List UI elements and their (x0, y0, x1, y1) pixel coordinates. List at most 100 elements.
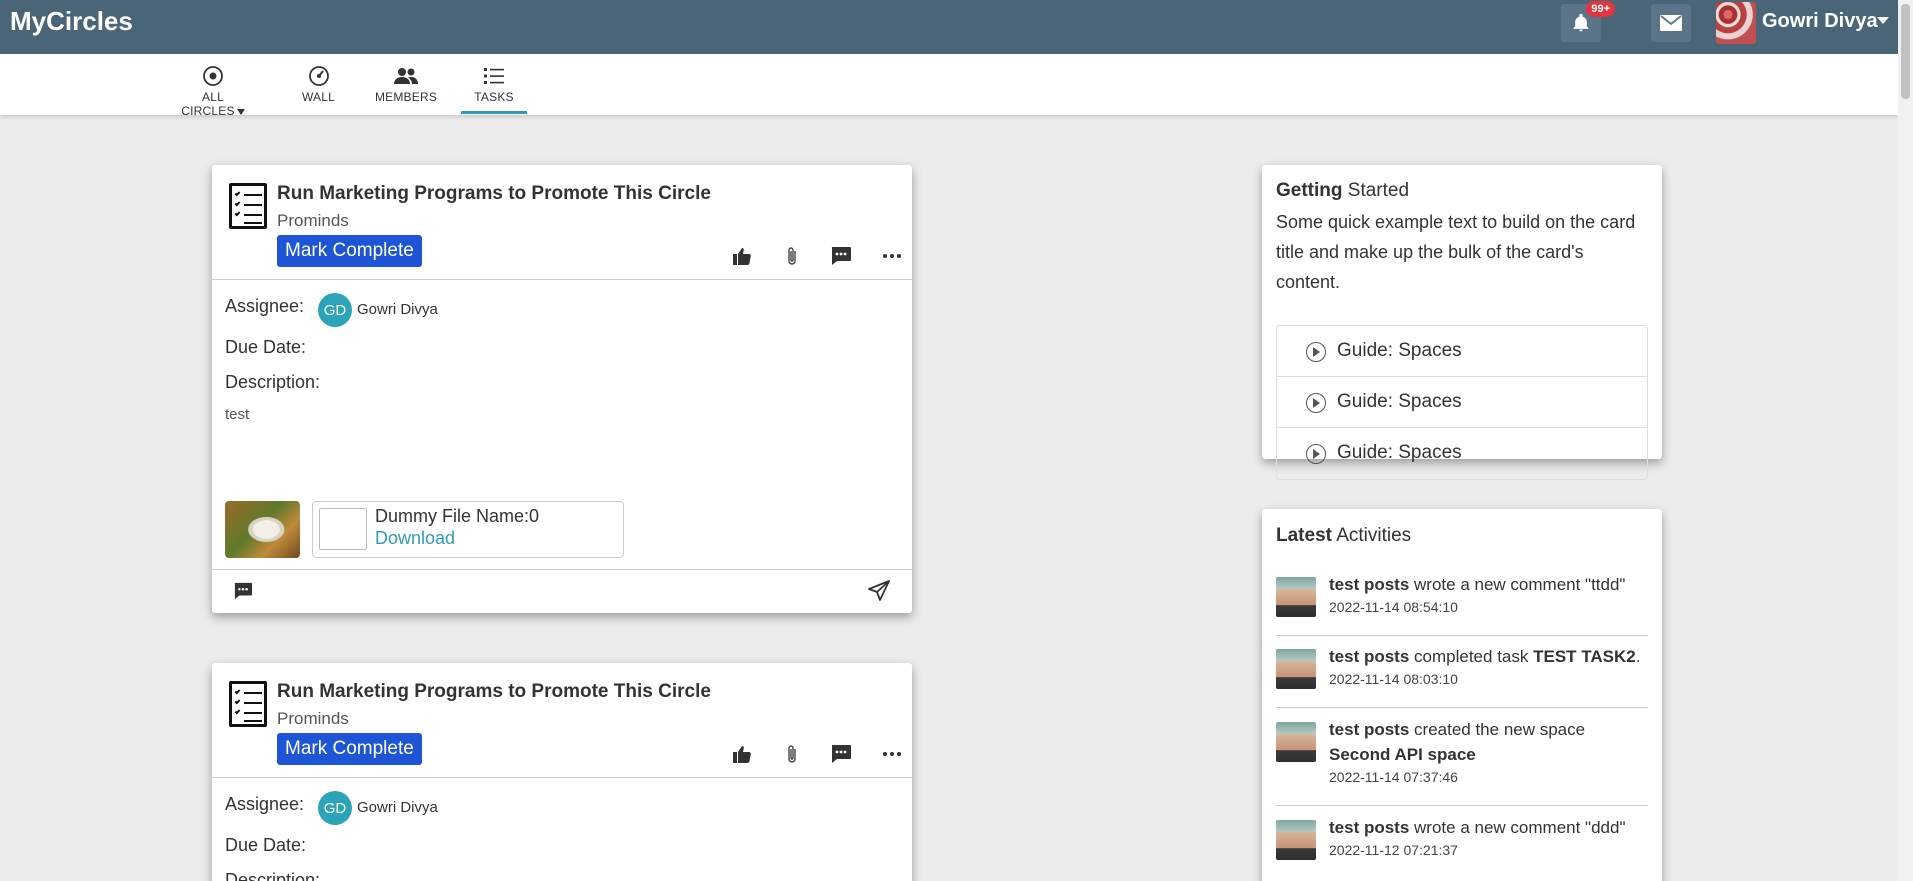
like-button[interactable] (731, 743, 753, 765)
activity-avatar (1276, 722, 1316, 762)
task-checklist-icon (229, 183, 267, 229)
target-icon (203, 66, 223, 86)
download-link[interactable]: Download (375, 528, 455, 549)
activity-time: 2022-11-14 08:54:10 (1329, 599, 1458, 615)
assignee-label: Assignee: (225, 794, 305, 814)
activity-user[interactable]: test posts (1329, 818, 1409, 837)
activity-text: wrote a new comment "ddd" (1414, 818, 1626, 837)
due-date-label: Due Date: (225, 337, 307, 357)
task-title[interactable]: Run Marketing Programs to Promote This C… (277, 681, 711, 703)
comment-icon (234, 582, 252, 600)
user-menu-name[interactable]: Gowri Divya (1762, 10, 1878, 33)
assignee-label: Assignee: (225, 296, 305, 316)
guide-label: Guide: Spaces (1337, 391, 1462, 412)
nav-members[interactable]: MEMBERS (373, 64, 439, 104)
divider (1276, 707, 1648, 708)
activity-time: 2022-11-14 07:37:46 (1329, 769, 1458, 785)
play-circle-icon (1306, 342, 1326, 362)
nav-wall[interactable]: WALL (296, 64, 341, 104)
comment-icon (831, 745, 851, 763)
activity-user[interactable]: test posts (1329, 647, 1409, 666)
caret-down-icon (236, 108, 245, 115)
notification-badge: 99+ (1586, 1, 1615, 17)
brand-logo[interactable]: MyCircles (10, 6, 133, 37)
task-circle-name: Prominds (277, 211, 349, 230)
assignee-avatar[interactable]: GD (318, 293, 352, 327)
nav-all-circles[interactable]: ALL CIRCLES (174, 64, 252, 118)
attach-button[interactable] (781, 245, 803, 267)
nav-tasks[interactable]: TASKS (462, 64, 526, 104)
caret-down-icon[interactable] (1877, 17, 1889, 24)
user-avatar[interactable] (1716, 2, 1756, 44)
latest-activities-card: Latest Activities test posts wrote a new… (1262, 509, 1662, 881)
description-text: test (225, 406, 250, 423)
guide-label: Guide: Spaces (1337, 340, 1462, 361)
activity-target[interactable]: TEST TASK2 (1533, 647, 1636, 666)
assignee-name[interactable]: Gowri Divya (357, 301, 438, 318)
paperclip-icon (788, 745, 796, 763)
task-card: Run Marketing Programs to Promote This C… (212, 663, 912, 881)
activity-user[interactable]: test posts (1329, 720, 1409, 739)
assignee-name[interactable]: Gowri Divya (357, 799, 438, 816)
task-title[interactable]: Run Marketing Programs to Promote This C… (277, 183, 711, 205)
task-card: Run Marketing Programs to Promote This C… (212, 165, 912, 613)
messages-button[interactable] (1651, 4, 1691, 42)
activity-text: created the new space (1414, 720, 1586, 739)
more-options-button[interactable] (881, 743, 903, 765)
activity-item[interactable]: test posts wrote a new comment "ttdd" 20… (1276, 575, 1648, 637)
title-bold: Latest (1276, 525, 1332, 546)
activity-item[interactable]: test posts wrote a new comment "ddd" 202… (1276, 818, 1648, 880)
activity-time: 2022-11-14 08:03:10 (1329, 671, 1458, 687)
getting-started-text: Some quick example text to build on the … (1276, 212, 1636, 292)
comment-button[interactable] (830, 245, 852, 267)
file-thumbnail (319, 508, 367, 550)
getting-started-card: Getting Started Some quick example text … (1262, 165, 1662, 480)
title-rest: Started (1347, 180, 1410, 201)
guide-list: Guide: Spaces Guide: Spaces Guide: Space… (1276, 325, 1648, 480)
activity-avatar (1276, 820, 1316, 860)
mark-complete-button[interactable]: Mark Complete (277, 733, 422, 765)
activity-text: wrote a new comment "ttdd" (1414, 575, 1626, 594)
description-label: Description: (225, 870, 321, 881)
attach-button[interactable] (781, 743, 803, 765)
title-rest: Activities (1336, 525, 1412, 546)
scrollbar-thumb[interactable] (1901, 4, 1910, 99)
due-date-label: Due Date: (225, 835, 307, 855)
comment-icon (831, 247, 851, 265)
nav-label: MEMBERS (374, 90, 438, 104)
activity-time: 2022-11-12 07:21:37 (1329, 842, 1458, 858)
play-circle-icon (1306, 444, 1326, 464)
send-button[interactable] (868, 580, 890, 602)
page-scrollbar[interactable] (1898, 0, 1913, 881)
nav-label: ALL CIRCLES (181, 90, 235, 118)
description-label: Description: (225, 372, 321, 392)
more-options-button[interactable] (881, 245, 903, 267)
comments-toggle-button[interactable] (232, 580, 254, 602)
activity-item[interactable]: test posts completed task TEST TASK2. 20… (1276, 647, 1648, 709)
nav-label: TASKS (474, 90, 514, 104)
title-bold: Getting (1276, 180, 1343, 201)
activity-item[interactable]: test posts created the new space Second … (1276, 720, 1648, 794)
activity-text: completed task (1414, 647, 1529, 666)
card-title: Getting Started (1276, 180, 1409, 202)
guide-item[interactable]: Guide: Spaces (1277, 377, 1647, 428)
card-title: Latest Activities (1276, 525, 1411, 547)
circle-nav: ALL CIRCLES WALL MEMBERS TASKS (0, 54, 1898, 118)
guide-item[interactable]: Guide: Spaces (1277, 428, 1647, 479)
like-button[interactable] (731, 245, 753, 267)
guide-item[interactable]: Guide: Spaces (1277, 326, 1647, 377)
activity-target[interactable]: Second API space (1329, 745, 1476, 764)
notifications-button[interactable]: 99+ (1561, 1, 1615, 42)
activity-user[interactable]: test posts (1329, 575, 1409, 594)
people-icon (394, 68, 418, 84)
comment-button[interactable] (830, 743, 852, 765)
divider (212, 569, 912, 570)
activity-suffix: . (1635, 647, 1641, 666)
attachment-image-thumbnail[interactable] (225, 501, 300, 558)
assignee-avatar[interactable]: GD (318, 791, 352, 825)
gauge-icon (308, 66, 329, 86)
file-name: Dummy File Name:0 (375, 506, 540, 526)
mark-complete-button[interactable]: Mark Complete (277, 235, 422, 267)
activity-avatar (1276, 577, 1316, 617)
envelope-icon (1660, 15, 1682, 31)
